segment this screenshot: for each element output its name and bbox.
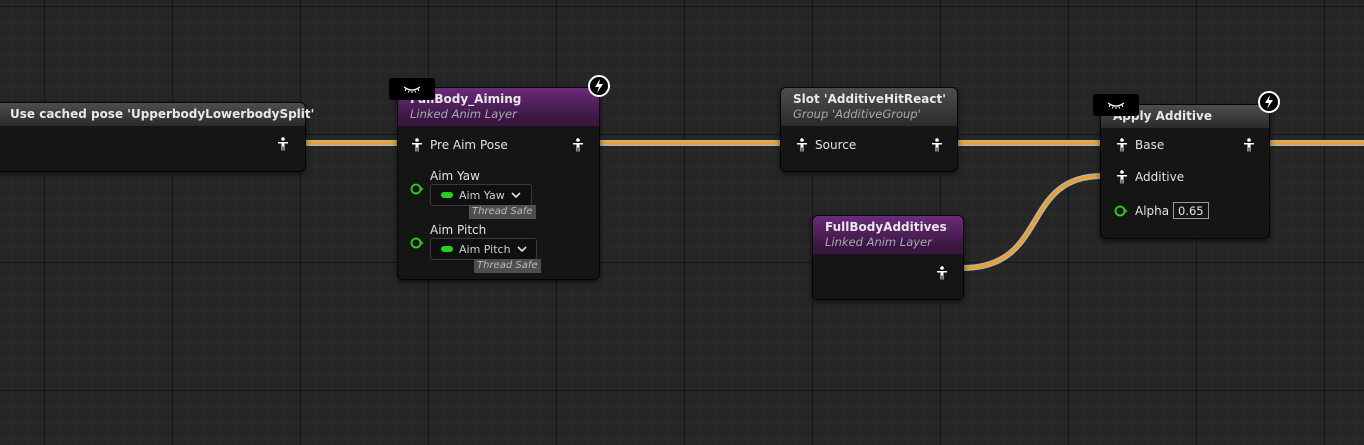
- pose-person-icon: [573, 138, 583, 152]
- node-subtitle: Linked Anim Layer: [825, 235, 932, 249]
- node-title: Use cached pose 'UpperbodyLowerbodySplit…: [10, 107, 315, 121]
- pose-person-icon: [797, 138, 807, 152]
- float-pin-ring-icon: [410, 237, 424, 249]
- pose-output-pin[interactable]: [277, 137, 289, 151]
- node-title: FullBodyAdditives: [825, 220, 947, 234]
- aim-yaw-pin[interactable]: [410, 182, 424, 196]
- pose-output-pin[interactable]: [572, 138, 584, 152]
- aim-yaw-label: Aim Yaw: [430, 169, 480, 183]
- pose-person-icon: [1117, 138, 1127, 152]
- closed-eye-icon: [403, 86, 421, 93]
- pin-label: Aim Yaw: [430, 169, 480, 183]
- alpha-value-input[interactable]: 0.65: [1173, 202, 1209, 219]
- float-pin-ring-icon: [410, 183, 424, 195]
- float-variable-icon: [441, 246, 453, 252]
- chevron-down-icon: [511, 192, 521, 199]
- pose-output-pin[interactable]: [936, 266, 948, 280]
- pose-output-pin[interactable]: [1243, 138, 1255, 152]
- node-apply-additive[interactable]: Apply Additive Base Additive Alpha 0.65: [1100, 104, 1270, 239]
- pin-label: Source: [815, 138, 857, 152]
- chevron-down-icon: [517, 246, 527, 253]
- pose-person-icon: [278, 137, 288, 151]
- pose-person-icon: [1117, 170, 1127, 184]
- node-header: Slot 'AdditiveHitReact' Group 'AdditiveG…: [781, 88, 957, 126]
- pose-person-icon: [932, 138, 942, 152]
- aim-pitch-label: Aim Pitch: [430, 223, 486, 237]
- node-header: FullBodyAdditives Linked Anim Layer: [813, 216, 963, 254]
- thread-safe-tag: Thread Safe: [474, 259, 541, 273]
- pose-person-icon: [1244, 138, 1254, 152]
- additive-pin[interactable]: Additive: [1116, 170, 1184, 184]
- pin-label: Aim Pitch: [430, 223, 487, 237]
- anim-layer-badge: [389, 78, 435, 100]
- pin-label: Base: [1135, 138, 1165, 152]
- wire-additives-to-additive[interactable]: [959, 173, 1105, 271]
- closed-eye-icon: [1107, 102, 1125, 109]
- base-pin[interactable]: Base: [1116, 138, 1164, 152]
- pose-person-icon: [937, 266, 947, 280]
- node-use-cached-pose[interactable]: Use cached pose 'UpperbodyLowerbodySplit…: [0, 102, 315, 172]
- fast-path-lightning-icon: [1258, 91, 1280, 113]
- alpha-pin[interactable]: Alpha: [1114, 204, 1169, 218]
- node-fullbody-aiming[interactable]: FullBody_Aiming Linked Anim Layer Pre Ai…: [397, 87, 600, 280]
- pose-output-pin[interactable]: [931, 138, 943, 152]
- node-header: Use cached pose 'UpperbodyLowerbodySplit…: [0, 103, 315, 126]
- source-pin[interactable]: Source: [796, 138, 856, 152]
- anim-layer-badge: [1093, 94, 1139, 116]
- node-title: Slot 'AdditiveHitReact': [793, 92, 946, 106]
- node-slot-additive-hit-react[interactable]: Slot 'AdditiveHitReact' Group 'AdditiveG…: [780, 87, 958, 172]
- aim-yaw-dropdown[interactable]: Aim Yaw: [430, 184, 532, 206]
- node-fullbody-additives[interactable]: FullBodyAdditives Linked Anim Layer: [812, 215, 964, 300]
- pin-label: Alpha: [1135, 204, 1170, 218]
- dropdown-value: Aim Pitch: [459, 242, 511, 256]
- node-title: FullBody_Aiming: [410, 92, 522, 106]
- node-subtitle: Linked Anim Layer: [410, 107, 517, 121]
- pin-label: Additive: [1135, 170, 1185, 184]
- pre-aim-pose-pin[interactable]: Pre Aim Pose: [411, 138, 508, 152]
- dropdown-value: Aim Yaw: [459, 188, 505, 202]
- float-variable-icon: [441, 192, 453, 198]
- thread-safe-tag: Thread Safe: [469, 205, 536, 219]
- aim-pitch-dropdown[interactable]: Aim Pitch: [430, 238, 537, 260]
- float-pin-ring-icon: [1114, 205, 1128, 217]
- pin-label: Pre Aim Pose: [430, 138, 508, 152]
- fast-path-lightning-icon: [588, 75, 610, 97]
- aim-pitch-pin[interactable]: [410, 236, 424, 250]
- pose-person-icon: [412, 138, 422, 152]
- node-subtitle: Group 'AdditiveGroup': [793, 107, 921, 121]
